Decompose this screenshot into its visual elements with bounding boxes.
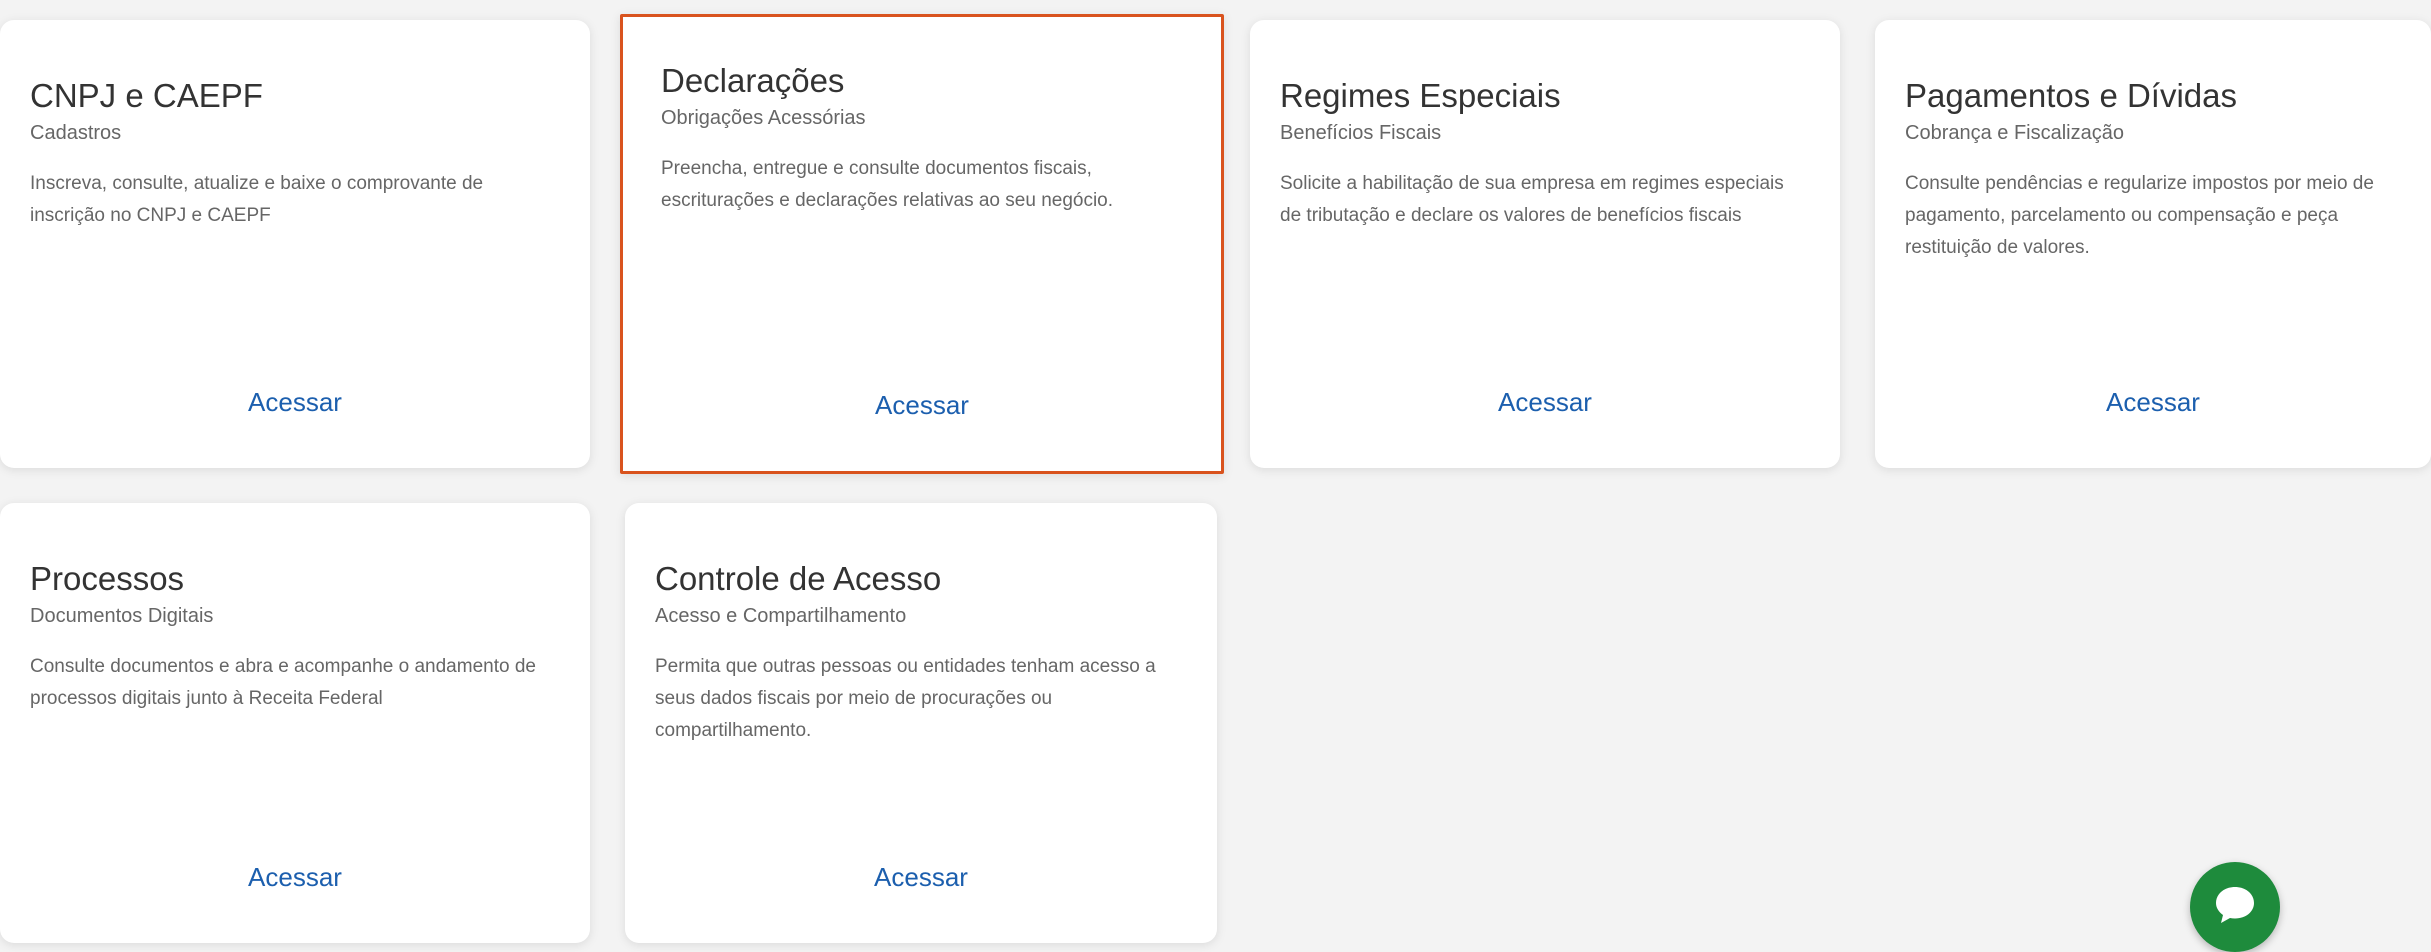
access-link[interactable]: Acessar xyxy=(1875,387,2431,418)
card-title: Regimes Especiais xyxy=(1280,77,1561,114)
card-declaracoes[interactable]: Declarações Obrigações Acessórias Preenc… xyxy=(620,14,1224,474)
card-description: Solicite a habilitação de sua empresa em… xyxy=(1280,173,1784,226)
card-subtitle: Acesso e Compartilhamento xyxy=(655,605,907,627)
access-link[interactable]: Acessar xyxy=(623,390,1221,421)
card-regimes-especiais[interactable]: Regimes Especiais Benefícios Fiscais Sol… xyxy=(1250,20,1840,468)
card-description: Preencha, entregue e consulte documentos… xyxy=(661,158,1114,211)
card-subtitle: Cadastros xyxy=(30,122,122,144)
card-processos[interactable]: Processos Documentos Digitais Consulte d… xyxy=(0,503,590,943)
card-description: Consulte pendências e regularize imposto… xyxy=(1905,173,2374,258)
card-subtitle: Cobrança e Fiscalização xyxy=(1905,122,2124,144)
access-link[interactable]: Acessar xyxy=(1250,387,1840,418)
card-cnpj-caepf[interactable]: CNPJ e CAEPF Cadastros Inscreva, consult… xyxy=(0,20,590,468)
card-subtitle: Documentos Digitais xyxy=(30,605,214,627)
chat-button[interactable] xyxy=(2190,862,2280,952)
card-description: Consulte documentos e abra e acompanhe o… xyxy=(30,656,536,709)
card-subtitle: Obrigações Acessórias xyxy=(661,107,866,129)
card-description: Permita que outras pessoas ou entidades … xyxy=(655,656,1156,741)
card-title: Pagamentos e Dívidas xyxy=(1905,77,2238,114)
access-link[interactable]: Acessar xyxy=(0,387,590,418)
card-title: Processos xyxy=(30,560,185,597)
card-title: CNPJ e CAEPF xyxy=(30,77,263,114)
card-controle-acesso[interactable]: Controle de Acesso Acesso e Compartilham… xyxy=(625,503,1217,943)
card-title: Declarações xyxy=(661,62,845,99)
access-link[interactable]: Acessar xyxy=(0,862,590,893)
access-link[interactable]: Acessar xyxy=(625,862,1217,893)
chat-bubble-icon xyxy=(2216,887,2254,923)
card-pagamentos-dividas[interactable]: Pagamentos e Dívidas Cobrança e Fiscaliz… xyxy=(1875,20,2431,468)
card-subtitle: Benefícios Fiscais xyxy=(1280,122,1442,144)
card-description: Inscreva, consulte, atualize e baixe o c… xyxy=(30,173,484,226)
card-title: Controle de Acesso xyxy=(655,560,942,597)
